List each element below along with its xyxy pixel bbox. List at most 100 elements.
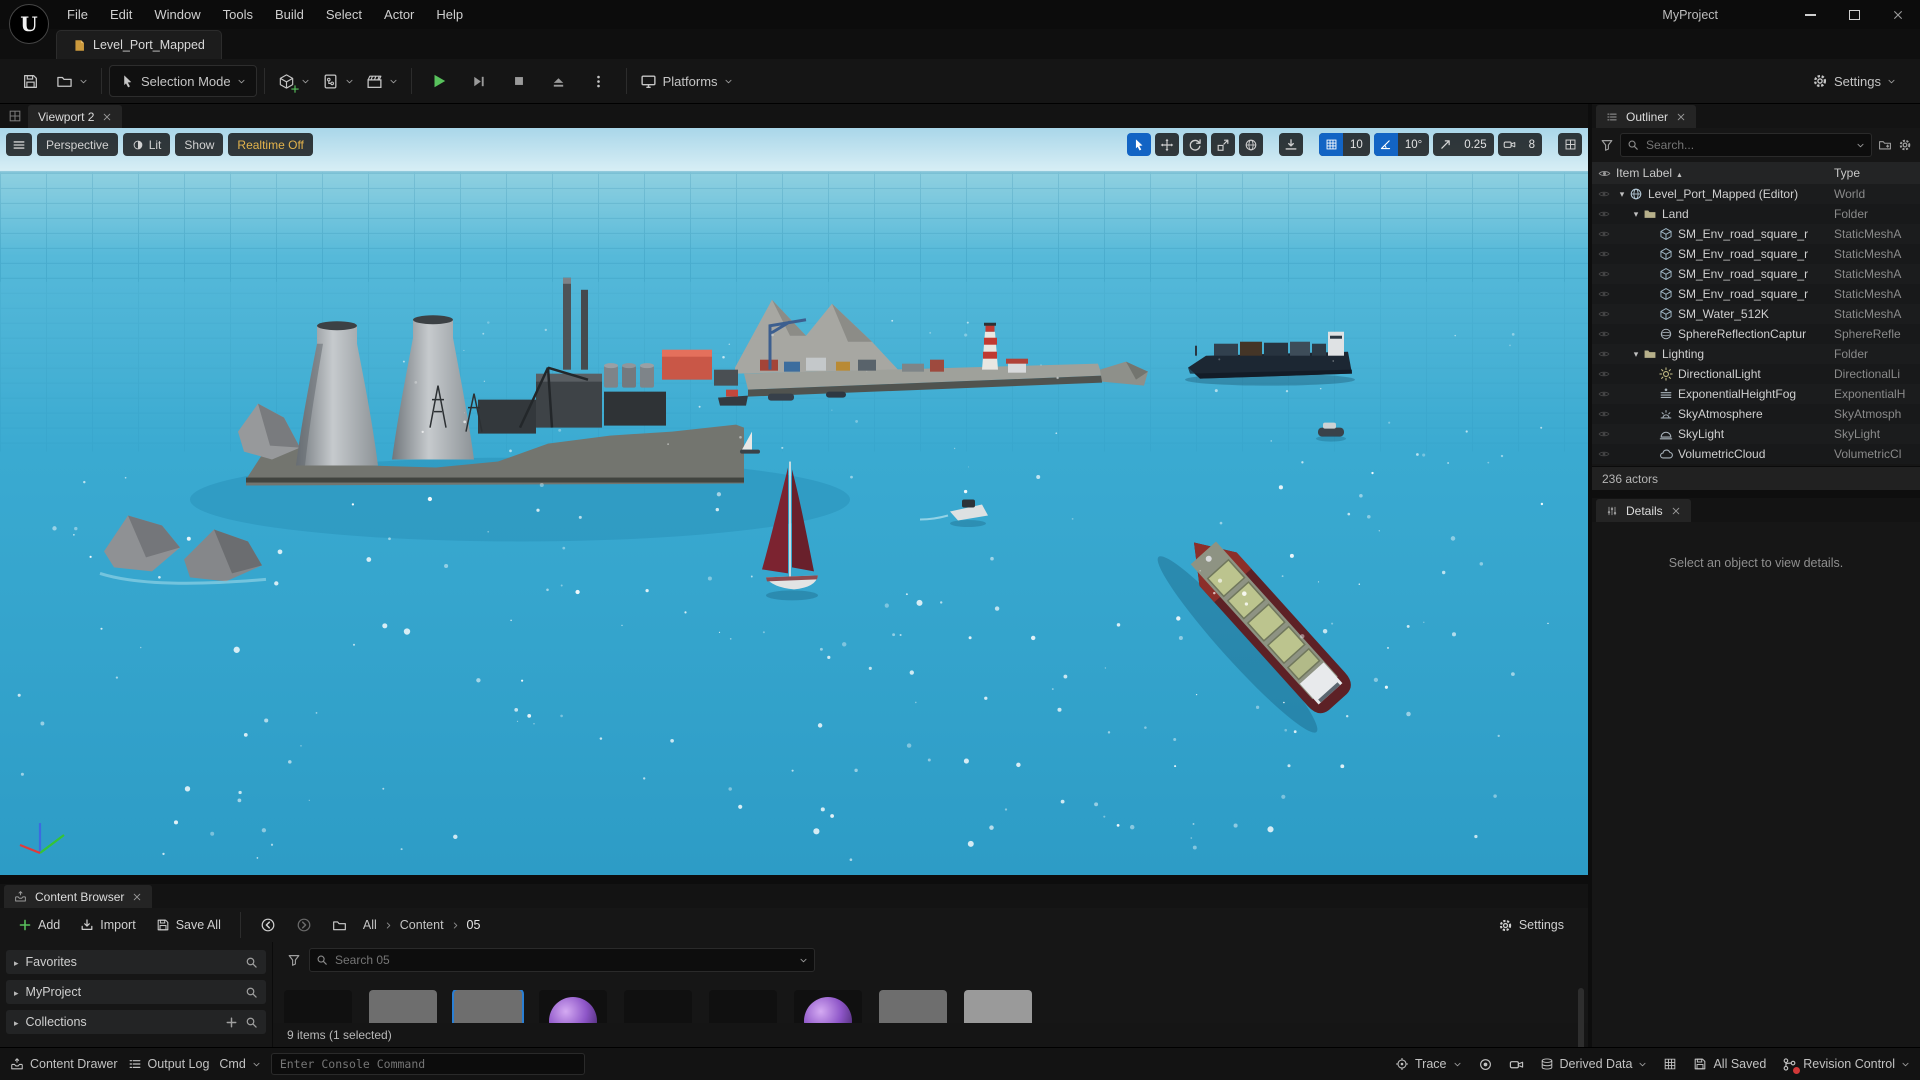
visibility-eye-icon[interactable] (1592, 408, 1616, 420)
panel-splitter[interactable] (1592, 490, 1920, 498)
trace-dropdown[interactable]: Trace (1395, 1057, 1462, 1071)
rotate-tool-button[interactable] (1183, 133, 1207, 156)
search-collections-button[interactable] (245, 1016, 258, 1029)
console-command-input[interactable] (271, 1053, 585, 1075)
table-row[interactable]: SkyAtmosphere SkyAtmosph (1592, 404, 1920, 424)
rotation-snap-value[interactable]: 10° (1398, 133, 1429, 156)
save-button[interactable] (10, 66, 50, 96)
content-browser-tab[interactable]: Content Browser (4, 885, 152, 908)
visibility-eye-icon[interactable] (1592, 328, 1616, 340)
visibility-eye-icon[interactable] (1592, 388, 1616, 400)
asset-filter-button[interactable] (287, 953, 301, 967)
menu-help[interactable]: Help (425, 0, 474, 29)
revision-control-dropdown[interactable]: Revision Control (1782, 1057, 1910, 1072)
play-options-button[interactable] (579, 66, 619, 96)
menu-edit[interactable]: Edit (99, 0, 143, 29)
table-row[interactable]: SM_Env_road_square_r StaticMeshA (1592, 264, 1920, 284)
item-label-column-header[interactable]: Item Label (1616, 166, 1834, 180)
sidebar-item-collections[interactable]: Collections (6, 1010, 266, 1034)
forward-button[interactable] (288, 912, 320, 938)
visibility-eye-icon[interactable] (1592, 368, 1616, 380)
close-icon[interactable] (1676, 112, 1686, 122)
quick-add-button[interactable] (272, 66, 316, 96)
camera-speed-value[interactable]: 8 (1522, 133, 1542, 156)
visibility-eye-icon[interactable] (1592, 268, 1616, 280)
filter-button[interactable] (1600, 138, 1614, 152)
close-button[interactable] (1876, 0, 1920, 29)
add-collection-button[interactable] (225, 1016, 238, 1029)
stop-button[interactable] (499, 66, 539, 96)
viewport-canvas[interactable]: Perspective Lit Show Realtime Off 10 (0, 128, 1588, 875)
outliner-search-input[interactable] (1644, 137, 1851, 153)
visibility-eye-icon[interactable] (1592, 448, 1616, 460)
asset-thumbnail[interactable] (284, 990, 352, 1023)
skip-button[interactable] (459, 66, 499, 96)
visibility-eye-icon[interactable] (1592, 248, 1616, 260)
output-log-button[interactable]: Output Log (128, 1057, 210, 1071)
menu-window[interactable]: Window (143, 0, 211, 29)
table-row[interactable]: ExponentialHeightFog ExponentialH (1592, 384, 1920, 404)
insights-button[interactable] (1663, 1057, 1677, 1071)
show-dropdown[interactable]: Show (175, 133, 223, 156)
new-folder-button[interactable] (1878, 138, 1892, 152)
table-row[interactable]: Level_Port_Mapped (Editor) World (1592, 184, 1920, 204)
expander-icon[interactable] (1616, 189, 1628, 200)
type-column-header[interactable]: Type (1834, 166, 1920, 180)
all-saved-button[interactable]: All Saved (1693, 1057, 1766, 1071)
breadcrumb-current[interactable]: 05 (467, 918, 481, 932)
path-folder-button[interactable] (324, 912, 355, 938)
breadcrumb-content[interactable]: Content (400, 918, 444, 932)
screenshot-button[interactable] (1509, 1057, 1524, 1072)
browse-content-button[interactable] (50, 66, 94, 96)
asset-thumbnail[interactable] (964, 990, 1032, 1023)
scale-snap-control[interactable]: 0.25 (1433, 133, 1493, 156)
blueprints-button[interactable] (316, 66, 360, 96)
select-tool-button[interactable] (1127, 133, 1151, 156)
viewport-options-button[interactable] (6, 133, 32, 156)
visibility-eye-icon[interactable] (1592, 288, 1616, 300)
menu-tools[interactable]: Tools (212, 0, 264, 29)
play-button[interactable] (419, 66, 459, 96)
table-row[interactable]: SM_Env_road_square_r StaticMeshA (1592, 284, 1920, 304)
grid-snap-value[interactable]: 10 (1343, 133, 1370, 156)
visibility-eye-icon[interactable] (1592, 428, 1616, 440)
menu-file[interactable]: File (56, 0, 99, 29)
menu-select[interactable]: Select (315, 0, 373, 29)
move-tool-button[interactable] (1155, 133, 1179, 156)
camera-speed-control[interactable]: 8 (1498, 133, 1542, 156)
asset-thumbnail[interactable] (794, 990, 862, 1023)
table-row[interactable]: SkyLight SkyLight (1592, 424, 1920, 444)
sidebar-item-favorites[interactable]: Favorites (6, 950, 266, 974)
realtime-off-badge[interactable]: Realtime Off (228, 133, 312, 156)
table-row[interactable]: SM_Water_512K StaticMeshA (1592, 304, 1920, 324)
visibility-eye-icon[interactable] (1592, 308, 1616, 320)
rotation-snap-control[interactable]: 10° (1374, 133, 1429, 156)
menu-build[interactable]: Build (264, 0, 315, 29)
details-tab[interactable]: Details (1596, 499, 1691, 522)
table-row[interactable]: SphereReflectionCaptur SphereRefle (1592, 324, 1920, 344)
record-button[interactable] (1478, 1057, 1493, 1072)
expander-icon[interactable] (14, 985, 19, 999)
visibility-column-header[interactable] (1592, 167, 1616, 180)
cmd-dropdown[interactable]: Cmd (219, 1057, 260, 1071)
visibility-eye-icon[interactable] (1592, 228, 1616, 240)
add-button[interactable]: Add (10, 912, 68, 938)
viewport-tab[interactable]: Viewport 2 (28, 105, 122, 128)
eject-button[interactable] (539, 66, 579, 96)
outliner-tab[interactable]: Outliner (1596, 105, 1696, 128)
scale-snap-toggle[interactable] (1433, 133, 1457, 156)
viewport-layout-button[interactable] (1558, 133, 1582, 156)
save-all-button[interactable]: Save All (148, 912, 229, 938)
scale-tool-button[interactable] (1211, 133, 1235, 156)
outliner-search-box[interactable] (1620, 133, 1872, 157)
rotation-snap-toggle[interactable] (1374, 133, 1398, 156)
chevron-down-icon[interactable] (799, 956, 808, 965)
panel-corner-icon[interactable] (8, 109, 22, 123)
unreal-logo[interactable]: U (9, 4, 49, 44)
menu-actor[interactable]: Actor (373, 0, 425, 29)
lit-dropdown[interactable]: Lit (123, 133, 171, 156)
asset-search-input[interactable] (333, 952, 794, 968)
table-row[interactable]: Land Folder (1592, 204, 1920, 224)
visibility-eye-icon[interactable] (1592, 188, 1616, 200)
table-row[interactable]: DirectionalLight DirectionalLi (1592, 364, 1920, 384)
